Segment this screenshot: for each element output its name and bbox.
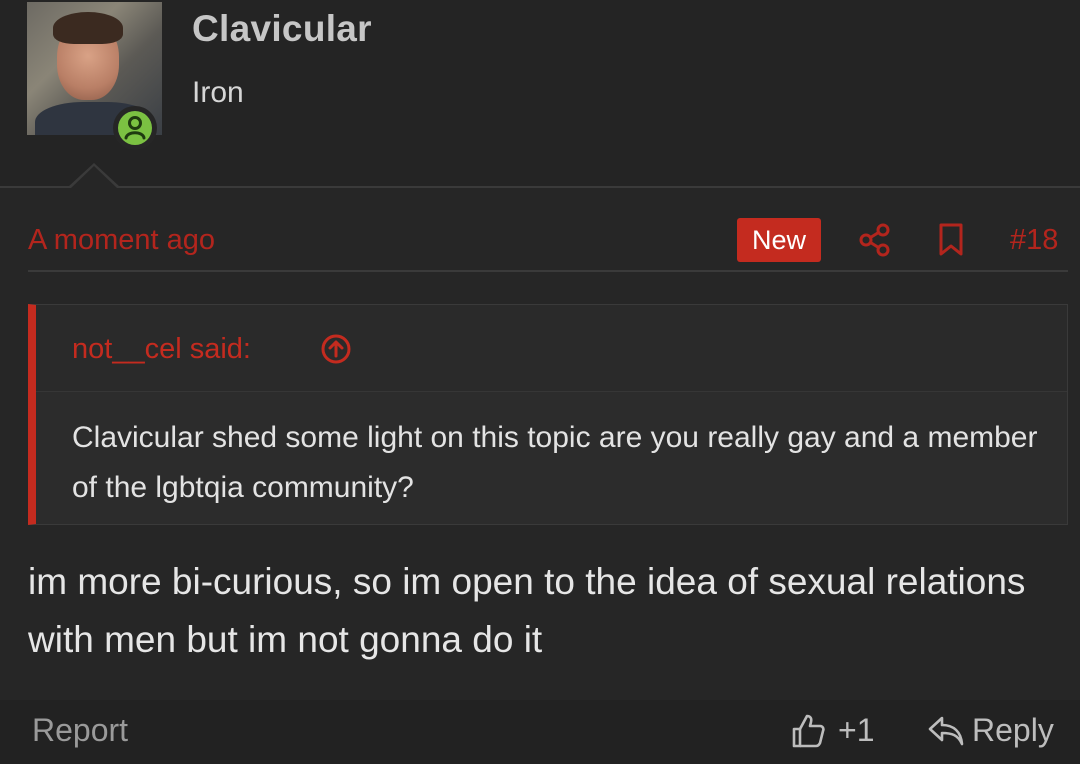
quote-block: not__cel said: Clavicular shed some ligh… (28, 304, 1068, 525)
quote-header: not__cel said: (36, 305, 1067, 392)
quote-author-link[interactable]: not__cel said: (72, 333, 251, 366)
post-number-link[interactable]: #18 (1010, 224, 1058, 257)
post-author-header (0, 0, 1080, 186)
meta-divider (28, 270, 1068, 272)
author-username[interactable]: Clavicular (192, 8, 372, 50)
quote-text: Clavicular shed some light on this topic… (72, 421, 1038, 504)
bookmark-icon[interactable] (936, 222, 966, 258)
avatar-hair (53, 12, 123, 44)
header-pointer-fill (71, 166, 117, 188)
online-user-icon (118, 111, 152, 145)
share-icon[interactable] (858, 222, 892, 258)
post-message: im more bi-curious, so im open to the id… (28, 561, 1026, 660)
reply-arrow-icon[interactable] (926, 714, 966, 748)
new-badge: New (737, 218, 821, 262)
online-status-badge (113, 106, 157, 150)
header-divider (0, 186, 1080, 188)
thumbs-up-icon[interactable] (790, 712, 826, 750)
arrow-up-circle-icon[interactable] (320, 333, 352, 365)
author-user-title: Iron (192, 76, 244, 109)
reply-button[interactable]: Reply (972, 712, 1054, 749)
post-timestamp[interactable]: A moment ago (28, 224, 215, 257)
like-count[interactable]: +1 (838, 712, 874, 749)
post-actions-bar (0, 700, 1080, 764)
report-link[interactable]: Report (32, 712, 128, 749)
